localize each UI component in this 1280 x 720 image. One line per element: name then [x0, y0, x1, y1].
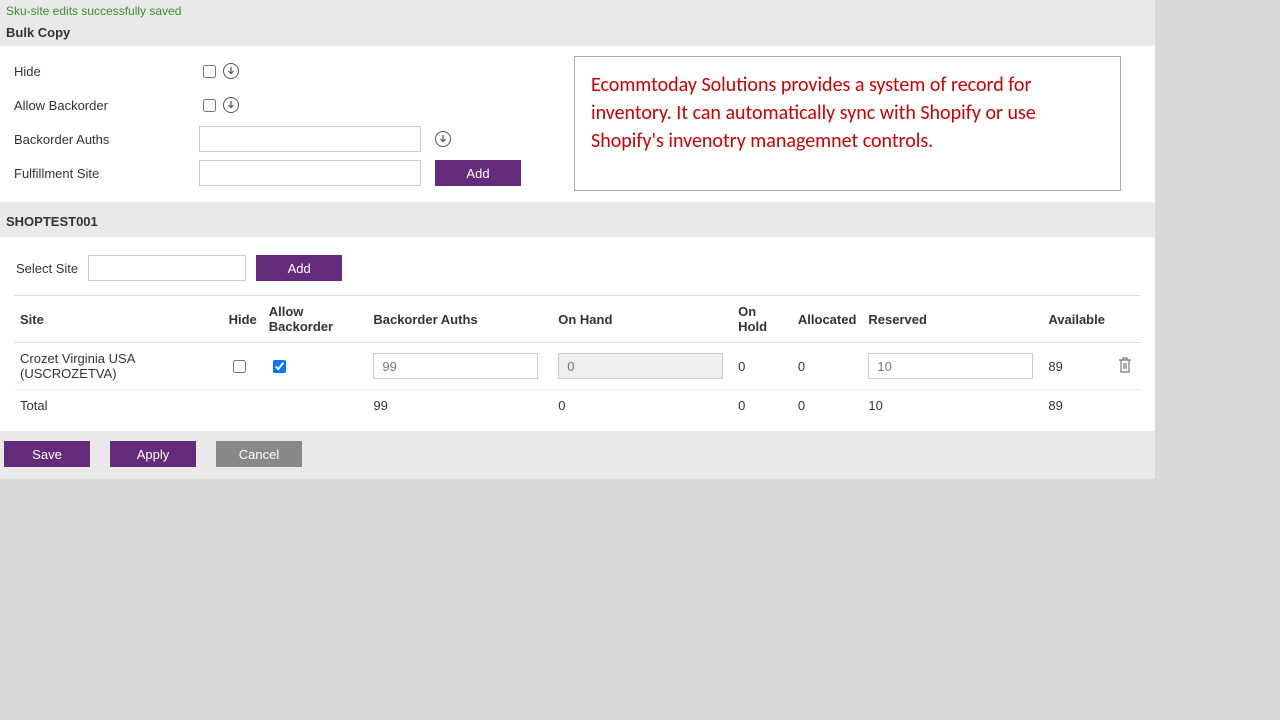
total-row: Total 99 0 0 0 10 89: [14, 390, 1141, 422]
cell-available: 89: [1042, 343, 1111, 390]
total-on-hold: 0: [732, 390, 792, 422]
row-hide-checkbox[interactable]: [233, 360, 246, 373]
th-hide: Hide: [223, 296, 263, 343]
sku-code-header: SHOPTEST001: [0, 202, 1155, 237]
total-available: 89: [1042, 390, 1111, 422]
site-add-button[interactable]: Add: [256, 255, 342, 281]
bulk-add-button[interactable]: Add: [435, 160, 521, 186]
fulfillment-site-label: Fulfillment Site: [14, 166, 199, 181]
th-allocated: Allocated: [792, 296, 863, 343]
apply-down-icon[interactable]: [223, 63, 239, 79]
hide-checkbox[interactable]: [203, 65, 216, 78]
total-reserved: 10: [862, 390, 1042, 422]
total-on-hand: 0: [552, 390, 732, 422]
th-available: Available: [1042, 296, 1111, 343]
apply-down-icon[interactable]: [223, 97, 239, 113]
success-message: Sku-site edits successfully saved: [0, 0, 1155, 22]
cell-allocated: 0: [792, 343, 863, 390]
row-backorder-auths-input[interactable]: [373, 353, 538, 379]
row-reserved-input[interactable]: [868, 353, 1033, 379]
total-allocated: 0: [792, 390, 863, 422]
th-allow-backorder: Allow Backorder: [263, 296, 368, 343]
select-site-input[interactable]: [88, 255, 246, 281]
backorder-auths-input[interactable]: [199, 126, 421, 152]
allow-backorder-checkbox[interactable]: [203, 99, 216, 112]
apply-down-icon[interactable]: [435, 131, 451, 147]
row-allow-backorder-checkbox[interactable]: [273, 360, 286, 373]
save-button[interactable]: Save: [4, 441, 90, 467]
sku-panel: Select Site Add Site Hide Allow Backorde…: [0, 237, 1155, 431]
allow-backorder-label: Allow Backorder: [14, 98, 199, 113]
info-callout: Ecommtoday Solutions provides a system o…: [574, 56, 1121, 191]
th-reserved: Reserved: [862, 296, 1042, 343]
cancel-button[interactable]: Cancel: [216, 441, 302, 467]
apply-button[interactable]: Apply: [110, 441, 196, 467]
th-backorder-auths: Backorder Auths: [367, 296, 552, 343]
total-backorder-auths: 99: [367, 390, 552, 422]
total-label: Total: [14, 390, 223, 422]
bulk-copy-title: Bulk Copy: [0, 22, 1155, 46]
th-site: Site: [14, 296, 223, 343]
th-on-hold: On Hold: [732, 296, 792, 343]
cell-site: Crozet Virginia USA (USCROZETVA): [14, 343, 223, 390]
bulk-copy-panel: Hide Allow Backorder: [0, 46, 1155, 202]
trash-icon[interactable]: [1117, 356, 1133, 374]
cell-on-hold: 0: [732, 343, 792, 390]
app-container: Sku-site edits successfully saved Bulk C…: [0, 0, 1155, 479]
hide-label: Hide: [14, 64, 199, 79]
fulfillment-site-input[interactable]: [199, 160, 421, 186]
th-on-hand: On Hand: [552, 296, 732, 343]
footer-bar: Save Apply Cancel: [0, 431, 1155, 479]
backorder-auths-label: Backorder Auths: [14, 132, 199, 147]
inventory-table: Site Hide Allow Backorder Backorder Auth…: [14, 295, 1141, 421]
select-site-label: Select Site: [16, 261, 78, 276]
row-on-hand-input: [558, 353, 723, 379]
table-row: Crozet Virginia USA (USCROZETVA) 0 0 89: [14, 343, 1141, 390]
